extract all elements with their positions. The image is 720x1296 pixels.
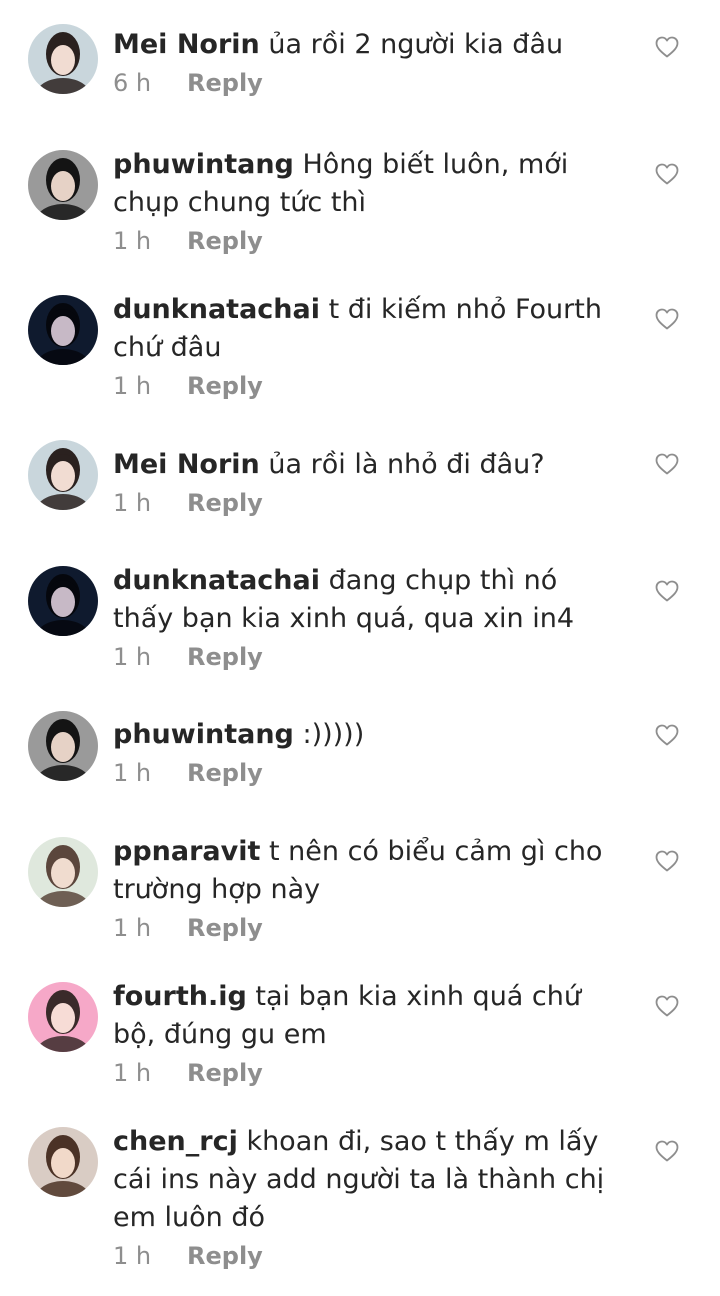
comment-content: dunknatachai đang chụp thì nó thấy bạn k…	[113, 562, 623, 638]
comment-content: chen_rcj khoan đi, sao t thấy m lấy cái …	[113, 1123, 623, 1237]
comment-text: ủa rồi là nhỏ đi đâu?	[268, 449, 545, 480]
avatar[interactable]	[28, 837, 98, 907]
comment-timestamp: 1 h	[113, 1059, 152, 1087]
heart-icon[interactable]	[655, 995, 679, 1017]
comment-timestamp: 1 h	[113, 227, 152, 255]
reply-button[interactable]: Reply	[187, 372, 263, 400]
comment-body: Mei Norin ủa rồi là nhỏ đi đâu? 1 h Reply	[113, 446, 623, 518]
reply-button[interactable]: Reply	[187, 1059, 263, 1087]
heart-icon[interactable]	[655, 1140, 679, 1162]
reply-button[interactable]: Reply	[187, 227, 263, 255]
comment-meta: 1 h Reply	[113, 226, 623, 256]
comment-body: phuwintang Hông biết luôn, mới chụp chun…	[113, 146, 623, 256]
comment-timestamp: 1 h	[113, 372, 152, 400]
heart-icon[interactable]	[655, 163, 679, 185]
reply-button[interactable]: Reply	[187, 914, 263, 942]
comment-username[interactable]: dunknatachai	[113, 565, 320, 596]
comment-username[interactable]: dunknatachai	[113, 294, 320, 325]
avatar[interactable]	[28, 295, 98, 365]
comment-timestamp: 6 h	[113, 69, 152, 97]
reply-button[interactable]: Reply	[187, 1242, 263, 1270]
reply-button[interactable]: Reply	[187, 643, 263, 671]
comment-body: dunknatachai đang chụp thì nó thấy bạn k…	[113, 562, 623, 672]
avatar[interactable]	[28, 1127, 98, 1197]
comment-username[interactable]: phuwintang	[113, 719, 294, 750]
comment-content: ppnaravit t nên có biểu cảm gì cho trườn…	[113, 833, 623, 909]
comment-content: dunknatachai t đi kiếm nhỏ Fourth chứ đâ…	[113, 291, 623, 367]
comment-body: dunknatachai t đi kiếm nhỏ Fourth chứ đâ…	[113, 291, 623, 401]
comment-text: :)))))	[302, 719, 365, 750]
comment-username[interactable]: phuwintang	[113, 149, 294, 180]
avatar[interactable]	[28, 150, 98, 220]
comment-content: phuwintang :)))))	[113, 716, 623, 754]
avatar[interactable]	[28, 982, 98, 1052]
reply-button[interactable]: Reply	[187, 489, 263, 517]
comment-timestamp: 1 h	[113, 489, 152, 517]
comment-body: chen_rcj khoan đi, sao t thấy m lấy cái …	[113, 1123, 623, 1271]
avatar[interactable]	[28, 24, 98, 94]
reply-button[interactable]: Reply	[187, 759, 263, 787]
comment-timestamp: 1 h	[113, 643, 152, 671]
comment-meta: 1 h Reply	[113, 1241, 623, 1271]
heart-icon[interactable]	[655, 453, 679, 475]
comment-text: ủa rồi 2 người kia đâu	[268, 29, 564, 60]
comment-meta: 1 h Reply	[113, 758, 623, 788]
comment-meta: 1 h Reply	[113, 1058, 623, 1088]
comment-username[interactable]: Mei Norin	[113, 449, 260, 480]
comment-meta: 1 h Reply	[113, 642, 623, 672]
comment-username[interactable]: chen_rcj	[113, 1126, 238, 1157]
comment-body: fourth.ig tại bạn kia xinh quá chứ bộ, đ…	[113, 978, 623, 1088]
comment-username[interactable]: fourth.ig	[113, 981, 247, 1012]
heart-icon[interactable]	[655, 850, 679, 872]
heart-icon[interactable]	[655, 724, 679, 746]
avatar[interactable]	[28, 566, 98, 636]
comment-content: Mei Norin ủa rồi 2 người kia đâu	[113, 26, 623, 64]
comment-timestamp: 1 h	[113, 914, 152, 942]
comment-body: phuwintang :))))) 1 h Reply	[113, 716, 623, 788]
heart-icon[interactable]	[655, 36, 679, 58]
comment-meta: 1 h Reply	[113, 488, 623, 518]
comment-username[interactable]: ppnaravit	[113, 836, 260, 867]
comment-meta: 1 h Reply	[113, 913, 623, 943]
reply-button[interactable]: Reply	[187, 69, 263, 97]
avatar[interactable]	[28, 440, 98, 510]
comment-username[interactable]: Mei Norin	[113, 29, 260, 60]
comment-meta: 1 h Reply	[113, 371, 623, 401]
avatar[interactable]	[28, 711, 98, 781]
comment-content: fourth.ig tại bạn kia xinh quá chứ bộ, đ…	[113, 978, 623, 1054]
heart-icon[interactable]	[655, 308, 679, 330]
comment-body: Mei Norin ủa rồi 2 người kia đâu 6 h Reply	[113, 26, 623, 98]
comment-content: phuwintang Hông biết luôn, mới chụp chun…	[113, 146, 623, 222]
comment-timestamp: 1 h	[113, 1242, 152, 1270]
comment-content: Mei Norin ủa rồi là nhỏ đi đâu?	[113, 446, 623, 484]
comment-timestamp: 1 h	[113, 759, 152, 787]
comment-body: ppnaravit t nên có biểu cảm gì cho trườn…	[113, 833, 623, 943]
comment-meta: 6 h Reply	[113, 68, 623, 98]
heart-icon[interactable]	[655, 580, 679, 602]
